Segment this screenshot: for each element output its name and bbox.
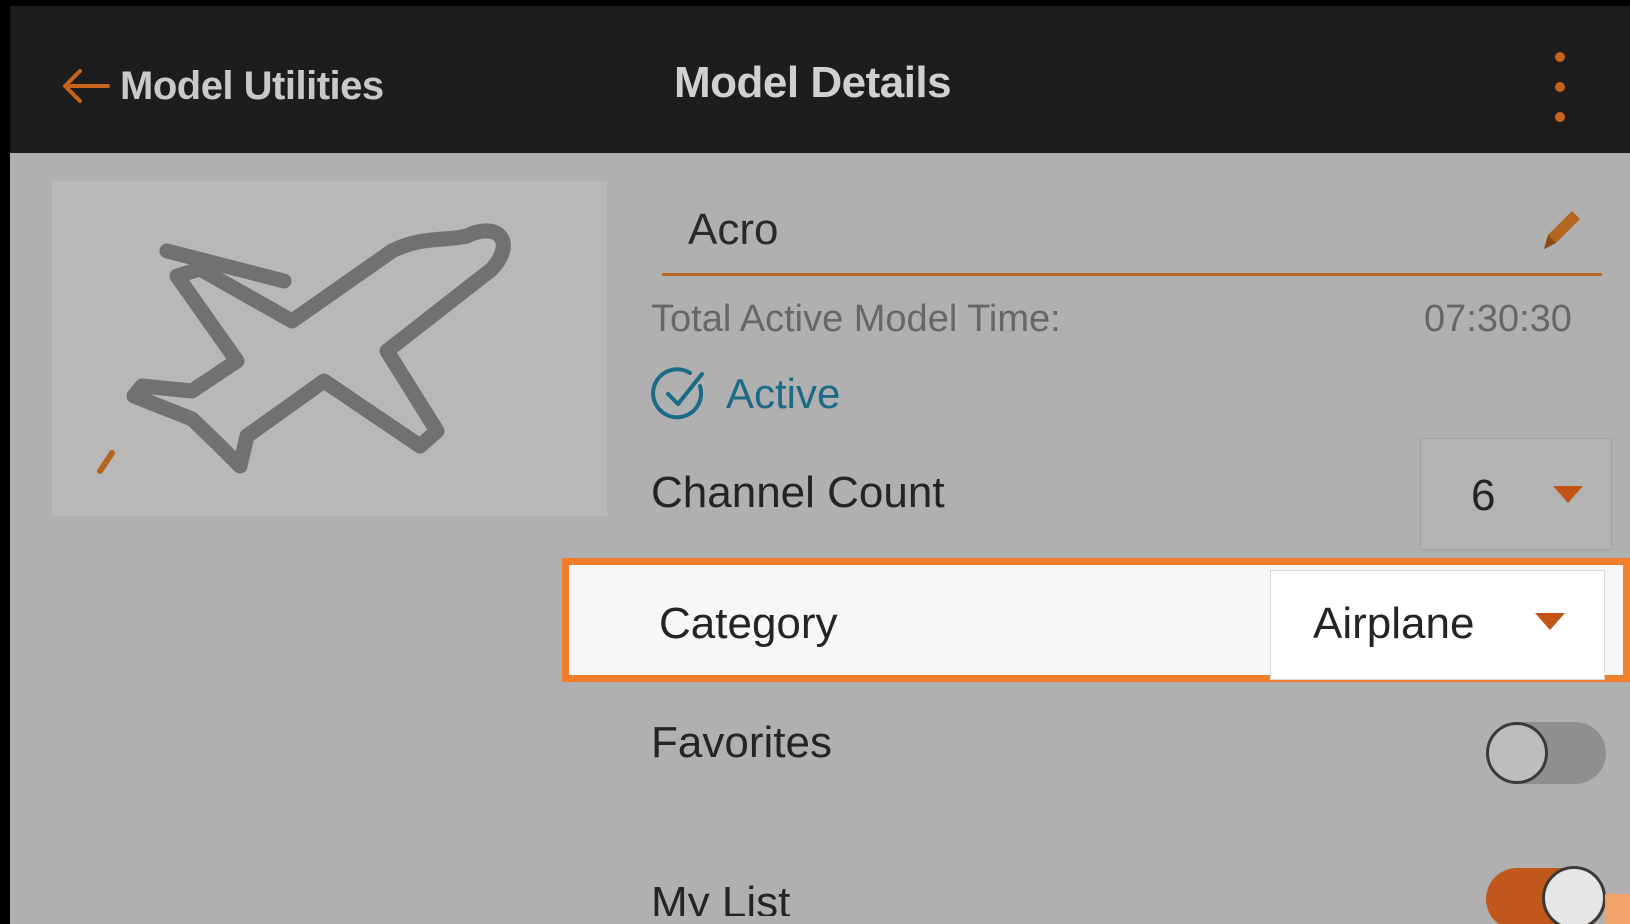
category-row: Category Airplane <box>562 558 1630 682</box>
active-status-label: Active <box>726 370 841 417</box>
back-button[interactable]: Model Utilities <box>58 56 384 116</box>
scroll-indicator <box>1605 894 1630 924</box>
total-time-label: Total Active Model Time: <box>651 298 1061 340</box>
total-time-value: 07:30:30 <box>1424 298 1572 340</box>
pencil-icon[interactable] <box>1534 203 1588 257</box>
channel-count-label: Channel Count <box>651 468 945 517</box>
active-status[interactable]: Active <box>650 364 840 424</box>
airplane-icon <box>97 223 511 474</box>
channel-count-value: 6 <box>1471 471 1496 520</box>
app-header: Model Utilities Model Details <box>10 6 1630 153</box>
channel-count-dropdown[interactable]: 6 <box>1420 438 1612 550</box>
model-details-screen: Model Utilities Model Details Acro Total… <box>10 6 1630 924</box>
check-circle-icon <box>651 367 704 420</box>
model-name-field[interactable]: Acro <box>662 189 1602 276</box>
back-arrow-icon <box>63 69 110 103</box>
back-button-label: Model Utilities <box>120 63 384 108</box>
toggle-knob <box>1486 722 1548 784</box>
chevron-down-icon <box>1535 613 1565 630</box>
kebab-menu-icon[interactable] <box>1540 52 1580 122</box>
mylist-toggle[interactable] <box>1486 866 1606 924</box>
chevron-down-icon <box>1553 486 1583 503</box>
favorites-toggle[interactable] <box>1486 722 1606 784</box>
category-dropdown[interactable]: Airplane <box>1270 570 1605 680</box>
toggle-knob <box>1542 866 1606 924</box>
model-image[interactable] <box>52 181 607 516</box>
category-label: Category <box>659 599 838 648</box>
category-value: Airplane <box>1313 599 1475 648</box>
page-title: Model Details <box>674 58 952 107</box>
mylist-label: My List <box>651 878 791 916</box>
model-name-value: Acro <box>688 205 779 254</box>
favorites-label: Favorites <box>651 718 832 767</box>
